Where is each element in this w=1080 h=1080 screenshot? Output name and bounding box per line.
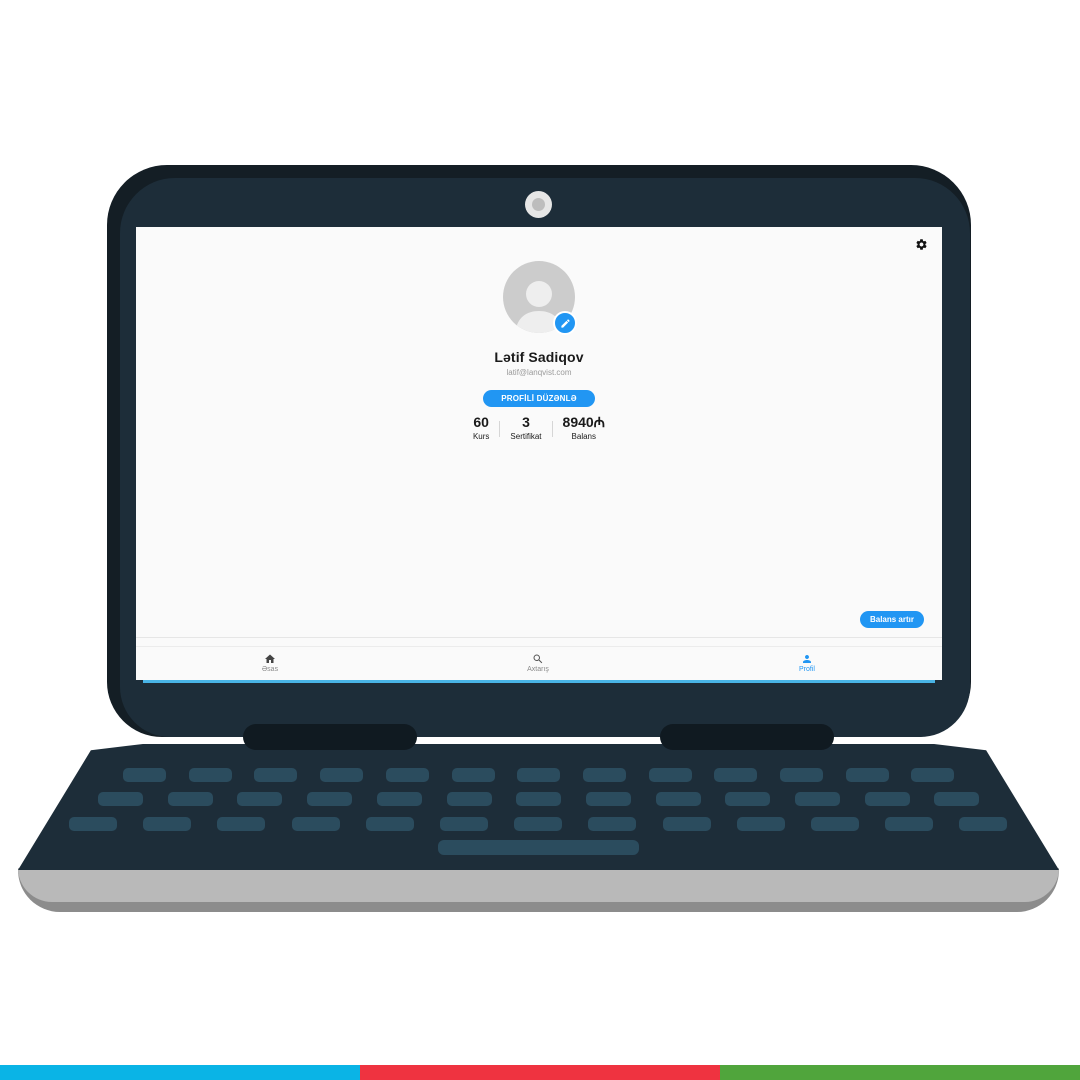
nav-divider [136,646,942,647]
nav-label: Axtarış [527,666,549,673]
profile-header: Lətif Sadiqov latif@lanqvist.com PROFİLİ… [136,261,942,442]
keyboard-key [516,792,562,806]
keyboard-key [446,792,492,806]
edit-profile-button[interactable]: PROFİLİ DÜZƏNLƏ [483,390,595,407]
keyboard-key [736,817,785,831]
webcam [525,191,552,218]
edit-avatar-button[interactable] [553,311,577,335]
keyboard-key [811,817,859,831]
keyboard-key [585,792,631,806]
keyboard-key [714,768,758,782]
nav-item-home[interactable]: Əsas [230,653,310,673]
laptop-illustration: Lətif Sadiqov latif@lanqvist.com PROFİLİ… [0,0,1080,1080]
keyboard-key [365,817,414,831]
keyboard-key [845,768,889,782]
keyboard-key [320,768,364,782]
stat-value: 3 [522,414,530,430]
keyboard-spacebar [438,840,639,855]
keyboard-key [864,792,910,806]
keyboard-key [98,792,143,806]
pencil-icon [560,318,570,328]
keyboard-key [385,768,429,782]
keyboard-key [451,768,495,782]
keyboard-key [217,817,266,831]
user-name: Lətif Sadiqov [494,349,584,365]
keyboard-key [440,817,488,831]
keyboard-key [376,792,422,806]
brand-color-bar [0,1065,1080,1080]
keyboard-key [588,817,637,831]
color-bar-green [720,1065,1080,1080]
hinge-left [243,724,417,750]
nav-item-profile[interactable]: Profil [767,653,847,673]
keyboard-key [885,817,934,831]
laptop-base-bottom [18,868,1059,902]
keyboard-key [237,792,283,806]
user-email: latif@lanqvist.com [506,368,572,377]
keyboard-key [69,817,117,831]
search-icon [533,654,543,664]
nav-label: Əsas [261,666,279,673]
stat-value: 8940₼ [562,414,606,430]
color-bar-blue [0,1065,360,1080]
stat-value: 60 [473,414,489,430]
keyboard-key [662,817,711,831]
keyboard-key [188,768,232,782]
settings-button[interactable] [914,237,928,251]
keyboard-key [959,817,1008,831]
nav-item-search[interactable]: Axtarış [498,653,578,673]
keyboard-key [780,768,823,782]
keyboard-key [911,768,955,782]
app-screen: Lətif Sadiqov latif@lanqvist.com PROFİLİ… [136,227,942,680]
keyboard-key [934,792,980,806]
keyboard-key [514,817,563,831]
stat-certificates: 3 Sertifikat [500,414,551,442]
color-bar-red [360,1065,720,1080]
stat-courses: 60 Kurs [463,414,499,442]
keyboard-key [517,768,561,782]
keyboard-key [648,768,692,782]
profile-stats: 60 Kurs 3 Sertifikat 8940₼ Balans [463,414,615,442]
screen-bottom-edge [143,680,935,683]
keyboard-key [254,768,298,782]
stat-label: Balans [571,432,597,441]
stat-balance: 8940₼ Balans [553,414,616,442]
keyboard-key [123,768,166,782]
nav-label: Profil [799,666,815,673]
keyboard-key [291,817,340,831]
keyboard-key [655,792,701,806]
keyboard-key [725,792,771,806]
keyboard-key [143,817,192,831]
gear-icon [915,238,927,250]
keyboard-key [307,792,353,806]
add-balance-button[interactable]: Balans artır [859,611,924,628]
keyboard-key [582,768,626,782]
stat-label: Kurs [472,432,490,441]
hinge-right [660,724,834,750]
home-icon [265,654,275,663]
keyboard-key [795,792,840,806]
stat-label: Sertifikat [510,432,542,441]
person-icon [803,655,811,663]
keyboard-key [167,792,213,806]
bottom-navigation: Əsas Axtarış Profil [136,637,942,680]
